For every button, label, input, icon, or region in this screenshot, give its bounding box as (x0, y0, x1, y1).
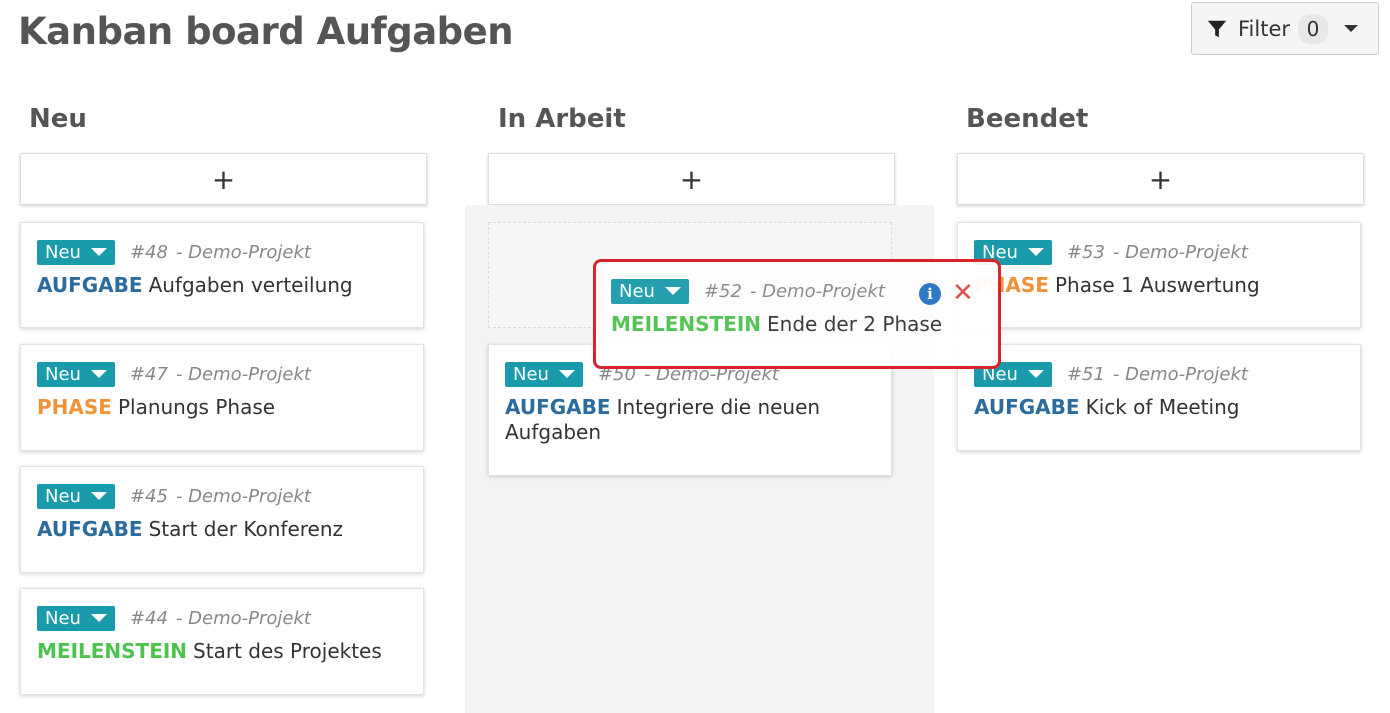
card-number: #47 (129, 363, 168, 385)
card-project: - Demo-Projekt (1112, 241, 1248, 263)
status-dropdown[interactable]: Neu (974, 239, 1052, 265)
column-title-neu: Neu (29, 104, 87, 134)
card-type: MEILENSTEIN (611, 312, 762, 336)
status-dropdown[interactable]: Neu (611, 278, 689, 304)
card-type: PHASE (37, 395, 112, 419)
filter-count-badge: 0 (1298, 13, 1329, 44)
plus-icon: + (211, 162, 236, 196)
card-project: - Demo-Projekt (175, 241, 311, 263)
card-title: Phase 1 Auswertung (1054, 273, 1260, 297)
card-project: - Demo-Projekt (643, 363, 779, 385)
plus-icon: + (1148, 162, 1173, 196)
card-title: Ende der 2 Phase (767, 312, 943, 336)
card-number: #44 (129, 607, 168, 629)
card-number: #52 (703, 280, 742, 302)
card-title: Start der Konferenz (148, 517, 344, 541)
filter-label: Filter (1238, 16, 1291, 41)
card-number: #51 (1066, 363, 1105, 385)
chevron-down-icon (664, 287, 681, 295)
status-dropdown[interactable]: Neu (37, 483, 115, 509)
status-dropdown[interactable]: Neu (505, 361, 583, 387)
kanban-card[interactable]: Neu #53 - Demo-Projekt PHASE Phase 1 Ausw… (957, 222, 1361, 328)
column-title-in-arbeit: In Arbeit (498, 104, 626, 134)
funnel-icon (1207, 20, 1227, 37)
card-project: - Demo-Projekt (175, 607, 311, 629)
kanban-card[interactable]: Neu #51 - Demo-Projekt AUFGABE Kick of Me… (957, 344, 1361, 451)
chevron-down-icon (90, 614, 107, 622)
add-card-button-neu[interactable]: + (20, 153, 427, 205)
card-number: #53 (1066, 241, 1105, 263)
page-title: Kanban board Aufgaben (18, 10, 514, 53)
card-title: Planungs Phase (117, 395, 276, 419)
status-dropdown[interactable]: Neu (37, 605, 115, 631)
card-type: AUFGABE (37, 517, 143, 541)
kanban-card[interactable]: Neu #47 - Demo-Projekt PHASE Planungs Pha… (20, 344, 424, 451)
card-project: - Demo-Projekt (175, 485, 311, 507)
close-icon[interactable]: ✕ (952, 280, 974, 306)
chevron-down-icon (1027, 248, 1044, 256)
plus-icon: + (679, 162, 704, 196)
card-project: - Demo-Projekt (1112, 363, 1248, 385)
dragged-card[interactable]: Neu #52 - Demo-Projekt MEILENSTEIN Ende d… (596, 262, 998, 366)
status-dropdown[interactable]: Neu (37, 361, 115, 387)
card-type: AUFGABE (974, 395, 1080, 419)
card-type: MEILENSTEIN (37, 639, 188, 663)
card-number: #50 (597, 363, 636, 385)
kanban-card[interactable]: Neu #45 - Demo-Projekt AUFGABE Start der … (20, 466, 424, 573)
chevron-down-icon (558, 370, 575, 378)
card-project: - Demo-Projekt (749, 280, 885, 302)
add-card-button-beendet[interactable]: + (957, 153, 1364, 205)
column-title-beendet: Beendet (966, 104, 1089, 134)
card-project: - Demo-Projekt (175, 363, 311, 385)
chevron-down-icon (1027, 370, 1044, 378)
chevron-down-icon (1344, 25, 1359, 32)
add-card-button-in-arbeit[interactable]: + (488, 153, 895, 205)
filter-button[interactable]: Filter 0 (1191, 2, 1379, 55)
card-number: #48 (129, 241, 168, 263)
card-type: AUFGABE (505, 395, 611, 419)
kanban-card[interactable]: Neu #48 - Demo-Projekt AUFGABE Aufgaben v… (20, 222, 424, 328)
card-title: Kick of Meeting (1085, 395, 1240, 419)
chevron-down-icon (90, 248, 107, 256)
chevron-down-icon (90, 492, 107, 500)
card-type: AUFGABE (37, 273, 143, 297)
card-number: #45 (129, 485, 168, 507)
kanban-card[interactable]: Neu #44 - Demo-Projekt MEILENSTEIN Start … (20, 588, 424, 695)
info-icon[interactable]: i (919, 283, 941, 305)
card-title: Aufgaben verteilung (148, 273, 353, 297)
card-title: Start des Projektes (193, 639, 382, 663)
chevron-down-icon (90, 370, 107, 378)
status-dropdown[interactable]: Neu (37, 239, 115, 265)
